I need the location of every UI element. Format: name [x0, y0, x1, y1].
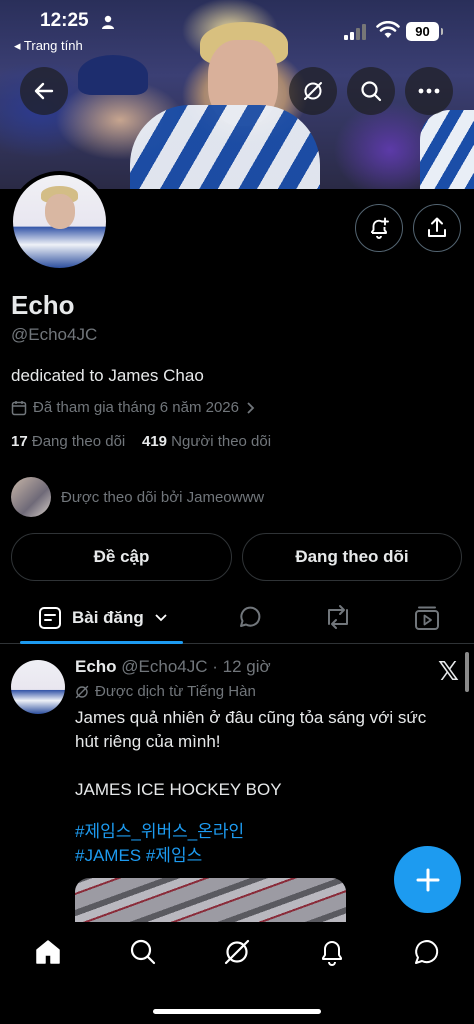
active-tab-indicator [20, 641, 183, 644]
profile-avatar[interactable] [9, 171, 110, 272]
search-icon [361, 81, 382, 102]
bell-icon[interactable] [318, 938, 346, 966]
media-tab-icon[interactable] [413, 604, 441, 632]
grok-translate-icon [75, 685, 89, 698]
chevron-right-icon [247, 401, 255, 414]
replies-tab-icon[interactable] [236, 604, 262, 630]
compose-post-button[interactable] [394, 846, 461, 913]
wifi-icon [376, 21, 400, 38]
back-button[interactable] [20, 67, 68, 115]
posts-tab-icon [39, 607, 61, 629]
x-logo-icon: 𝕏 [438, 656, 459, 686]
post-meta: @Echo4JC · 12 giờ [121, 657, 271, 676]
calendar-icon [11, 400, 27, 415]
bell-plus-icon [371, 217, 389, 239]
search-nav-icon[interactable] [129, 938, 157, 966]
home-indicator[interactable] [153, 1009, 321, 1014]
banner-jersey-secondary [420, 110, 474, 189]
more-dots-icon [418, 88, 440, 94]
translated-row[interactable]: Được dịch từ Tiếng Hàn [75, 683, 256, 700]
share-upload-icon [428, 217, 446, 237]
more-options-button[interactable] [405, 67, 453, 115]
mention-button[interactable]: Đề cập [11, 533, 232, 581]
profile-bio: dedicated to James Chao [11, 366, 204, 385]
scrollbar[interactable] [465, 652, 469, 692]
follow-stats: 17 Đang theo dõi 419 Người theo dõi [11, 433, 271, 450]
avatar-photo [13, 175, 106, 268]
hashtag-link-2[interactable]: #JAMES #제임스 [75, 844, 244, 868]
followed-by-row[interactable]: Được theo dõi bởi Jameowww [11, 477, 264, 517]
profile-name: Echo [11, 290, 75, 320]
reposts-tab-icon[interactable] [324, 604, 352, 630]
status-bar: 12:25 ◂ Trang tính 90 [0, 0, 474, 60]
following-count: 17 [11, 433, 28, 450]
following-label: Đang theo dõi [31, 433, 126, 450]
profile-handle: @Echo4JC [11, 325, 98, 344]
battery-indicator: 90 [406, 22, 443, 41]
post-line-3: JAMES ICE HOCKEY BOY [75, 780, 282, 799]
grok-button[interactable] [289, 67, 337, 115]
post-line-1: James quả nhiên ở đâu cũng tỏa sáng với … [75, 708, 427, 727]
joined-date-text: Đã tham gia tháng 6 năm 2026 [33, 399, 239, 416]
tab-posts-label: Bài đăng [72, 608, 144, 627]
grok-nav-icon[interactable] [223, 938, 251, 966]
hashtag-link-1[interactable]: #제임스_위버스_온라인 [75, 820, 244, 844]
post-body: James quả nhiên ở đâu cũng tỏa sáng với … [75, 706, 455, 802]
messages-icon[interactable] [412, 938, 440, 966]
followed-by-text: Được theo dõi bởi Jameowww [61, 488, 265, 506]
joined-date-row[interactable]: Đã tham gia tháng 6 năm 2026 [11, 399, 255, 416]
post-author-avatar[interactable] [11, 660, 65, 714]
grok-icon [304, 82, 322, 100]
post-hashtags: #제임스_위버스_온라인 #JAMES #제임스 [75, 820, 244, 868]
notify-subscribe-button[interactable] [355, 204, 403, 252]
person-icon [102, 15, 114, 29]
follower-avatar [11, 477, 51, 517]
post-line-2: hút riêng của mình! [75, 732, 221, 751]
home-icon[interactable] [34, 938, 62, 966]
avatar-face [44, 193, 76, 229]
followers-count: 419 [141, 433, 167, 450]
translated-text: Được dịch từ Tiếng Hàn [95, 683, 256, 700]
banner-figure-cap [78, 55, 148, 95]
following-button[interactable]: Đang theo dõi [242, 533, 462, 581]
followers-link[interactable]: 419 Người theo dõi [142, 433, 271, 450]
post-author-name[interactable]: Echo [75, 657, 117, 676]
banner-jersey [130, 105, 320, 189]
cellular-signal-icon [344, 24, 366, 40]
arrow-left-icon [34, 82, 54, 100]
profile-tabs: Bài đăng [0, 596, 474, 644]
followers-label: Người theo dõi [171, 433, 272, 450]
status-time: 12:25 [40, 10, 89, 31]
tab-posts[interactable]: Bài đăng [38, 606, 168, 630]
following-link[interactable]: 17 Đang theo dõi [11, 433, 125, 450]
share-button[interactable] [413, 204, 461, 252]
chevron-down-icon [155, 614, 167, 622]
plus-icon [416, 868, 439, 891]
back-to-app-link[interactable]: ◂ Trang tính [14, 38, 83, 54]
post-header: Echo @Echo4JC · 12 giờ [75, 657, 271, 677]
search-button[interactable] [347, 67, 395, 115]
